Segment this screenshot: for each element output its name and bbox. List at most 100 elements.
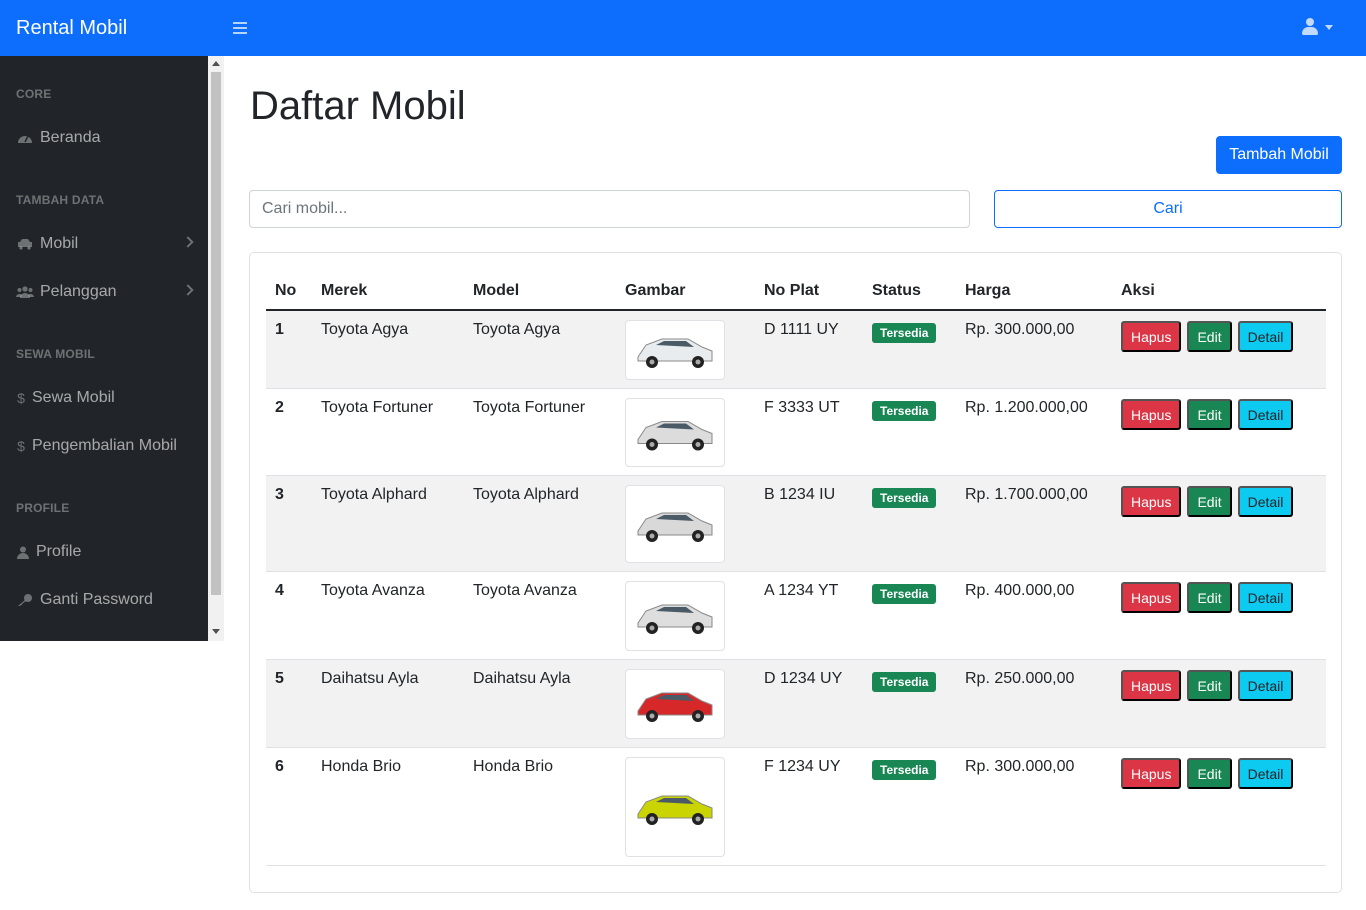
cell-harga: Rp. 300.000,00	[956, 747, 1112, 866]
edit-button[interactable]: Edit	[1187, 321, 1232, 352]
status-badge: Tersedia	[872, 488, 937, 508]
dashboard-icon	[16, 130, 34, 146]
cell-no-plat: F 3333 UT	[755, 388, 863, 476]
cell-status: Tersedia	[863, 310, 956, 389]
cell-gambar	[616, 388, 755, 476]
sidebar-heading-core: CORE	[16, 87, 52, 101]
cell-gambar	[616, 475, 755, 572]
top-navbar: Rental Mobil	[0, 0, 1366, 56]
status-badge: Tersedia	[872, 401, 937, 421]
cell-status: Tersedia	[863, 659, 956, 748]
car-table: No Merek Model Gambar No Plat Status Har…	[266, 272, 1326, 866]
detail-button[interactable]: Detail	[1237, 670, 1294, 701]
sidebar: CORE Beranda TAMBAH DATA Mobil Pelanggan…	[0, 56, 224, 641]
edit-button[interactable]: Edit	[1187, 399, 1232, 430]
sidebar-item-label: Ganti Password	[40, 591, 153, 608]
edit-button[interactable]: Edit	[1187, 670, 1232, 701]
users-icon	[16, 284, 34, 300]
delete-button[interactable]: Hapus	[1121, 486, 1182, 517]
cell-no: 4	[266, 571, 312, 660]
column-header-model: Model	[464, 272, 616, 311]
cell-aksi: Hapus Edit Detail	[1112, 659, 1326, 748]
column-header-no: No	[266, 272, 312, 311]
add-car-button[interactable]: Tambah Mobil	[1216, 136, 1342, 174]
edit-button[interactable]: Edit	[1187, 758, 1232, 789]
table-row: 5 Daihatsu Ayla Daihatsu Ayla D 1234 UY Ters…	[266, 659, 1326, 748]
cell-merek: Toyota Alphard	[312, 475, 464, 572]
table-row: 1 Toyota Agya Toyota Agya D 1111 UY Tersedia…	[266, 310, 1326, 389]
cell-harga: Rp. 400.000,00	[956, 571, 1112, 660]
sidebar-item-beranda[interactable]: Beranda	[16, 126, 196, 150]
user-icon	[1302, 18, 1318, 36]
sidebar-item-label: Mobil	[40, 235, 79, 252]
edit-button[interactable]: Edit	[1187, 582, 1232, 613]
table-row: 4 Toyota Avanza Toyota Avanza A 1234 YT Ters…	[266, 571, 1326, 660]
cell-no-plat: A 1234 YT	[755, 571, 863, 660]
sidebar-item-pengembalian-mobil[interactable]: $ Pengembalian Mobil	[16, 434, 196, 458]
detail-button[interactable]: Detail	[1237, 321, 1294, 352]
scroll-up-arrow-icon[interactable]	[212, 61, 220, 66]
sidebar-item-mobil[interactable]: Mobil	[16, 232, 196, 256]
detail-button[interactable]: Detail	[1237, 582, 1294, 613]
cell-merek: Toyota Avanza	[312, 571, 464, 660]
cell-merek: Toyota Fortuner	[312, 388, 464, 476]
cell-gambar	[616, 747, 755, 866]
table-row: 6 Honda Brio Honda Brio F 1234 UY Tersedia Rp…	[266, 747, 1326, 866]
chevron-right-icon	[182, 236, 194, 248]
detail-button[interactable]: Detail	[1237, 758, 1294, 789]
cell-aksi: Hapus Edit Detail	[1112, 571, 1326, 660]
cell-no: 1	[266, 310, 312, 389]
sidebar-item-label: Beranda	[40, 129, 101, 146]
column-header-gambar: Gambar	[616, 272, 755, 311]
cell-harga: Rp. 300.000,00	[956, 310, 1112, 389]
sidebar-scrollbar[interactable]	[208, 56, 224, 641]
edit-button[interactable]: Edit	[1187, 486, 1232, 517]
delete-button[interactable]: Hapus	[1121, 758, 1182, 789]
sidebar-item-ganti-password[interactable]: Ganti Password	[16, 588, 196, 612]
cell-model: Toyota Avanza	[464, 571, 616, 660]
sidebar-item-profile[interactable]: Profile	[16, 540, 196, 564]
search-button[interactable]: Cari	[994, 190, 1342, 228]
cell-merek: Honda Brio	[312, 747, 464, 866]
detail-button[interactable]: Detail	[1237, 486, 1294, 517]
table-header-row: No Merek Model Gambar No Plat Status Har…	[266, 272, 1326, 311]
status-badge: Tersedia	[872, 672, 937, 692]
cell-no-plat: B 1234 IU	[755, 475, 863, 572]
cell-status: Tersedia	[863, 747, 956, 866]
user-menu-dropdown[interactable]	[1302, 18, 1336, 38]
status-badge: Tersedia	[872, 584, 937, 604]
status-badge: Tersedia	[872, 760, 937, 780]
delete-button[interactable]: Hapus	[1121, 321, 1182, 352]
cell-no-plat: D 1111 UY	[755, 310, 863, 389]
delete-button[interactable]: Hapus	[1121, 582, 1182, 613]
car-image	[637, 692, 713, 722]
car-image	[637, 795, 713, 825]
car-thumbnail	[625, 320, 725, 380]
sidebar-item-sewa-mobil[interactable]: $ Sewa Mobil	[16, 386, 196, 410]
search-input[interactable]	[249, 190, 970, 228]
cell-model: Daihatsu Ayla	[464, 659, 616, 748]
car-image	[637, 421, 713, 451]
sidebar-item-label: Sewa Mobil	[32, 389, 115, 406]
cell-aksi: Hapus Edit Detail	[1112, 310, 1326, 389]
car-thumbnail	[625, 398, 725, 467]
cell-aksi: Hapus Edit Detail	[1112, 388, 1326, 476]
brand-logo[interactable]: Rental Mobil	[16, 16, 127, 40]
cell-aksi: Hapus Edit Detail	[1112, 747, 1326, 866]
sidebar-item-label: Profile	[36, 543, 82, 560]
detail-button[interactable]: Detail	[1237, 399, 1294, 430]
cell-gambar	[616, 659, 755, 748]
delete-button[interactable]: Hapus	[1121, 399, 1182, 430]
cell-status: Tersedia	[863, 388, 956, 476]
sidebar-item-pelanggan[interactable]: Pelanggan	[16, 280, 196, 304]
sidebar-toggle-icon[interactable]	[233, 19, 247, 37]
caret-down-icon	[1325, 25, 1333, 30]
scroll-down-arrow-icon[interactable]	[212, 629, 220, 634]
delete-button[interactable]: Hapus	[1121, 670, 1182, 701]
cell-harga: Rp. 1.200.000,00	[956, 388, 1112, 476]
cell-gambar	[616, 571, 755, 660]
cell-model: Toyota Fortuner	[464, 388, 616, 476]
scrollbar-thumb[interactable]	[211, 72, 221, 595]
cell-status: Tersedia	[863, 571, 956, 660]
cell-merek: Toyota Agya	[312, 310, 464, 389]
